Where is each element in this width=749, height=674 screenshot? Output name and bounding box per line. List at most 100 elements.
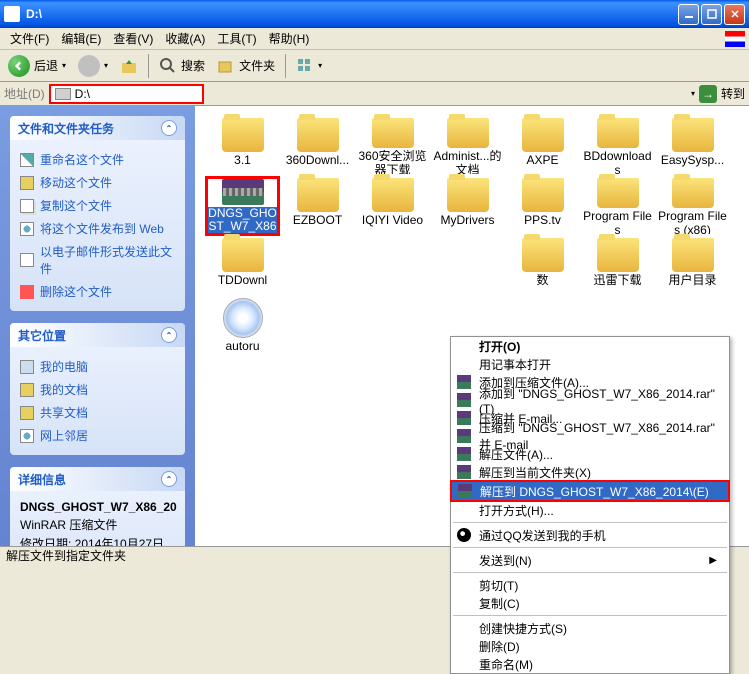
cm-shortcut[interactable]: 创建快捷方式(S) — [451, 619, 729, 637]
cm-open-with[interactable]: 打开方式(H)... — [451, 501, 729, 519]
folder-item[interactable]: 3.1 — [205, 116, 280, 176]
chevron-up-icon: ⌃ — [161, 120, 177, 136]
cm-delete[interactable]: 删除(D) — [451, 637, 729, 655]
cm-copy[interactable]: 复制(C) — [451, 594, 729, 612]
details-panel-header[interactable]: 详细信息 ⌃ — [10, 467, 185, 491]
address-input[interactable]: D:\ — [49, 84, 204, 104]
folder-item[interactable]: 360安全浏览器下载 — [355, 116, 430, 176]
back-dropdown-icon: ▾ — [62, 61, 66, 70]
cm-cut[interactable]: 剪切(T) — [451, 576, 729, 594]
go-button[interactable]: → 转到 — [699, 85, 745, 103]
tasks-title: 文件和文件夹任务 — [18, 120, 114, 137]
folder-icon — [372, 178, 414, 212]
folder-item[interactable]: Program Files (x86) — [655, 176, 730, 236]
views-button[interactable]: ▾ — [292, 55, 326, 77]
file-view[interactable]: 3.1 360Downl... 360安全浏览器下载 Administ...的文… — [195, 106, 749, 546]
task-move[interactable]: 移动这个文件 — [20, 171, 175, 194]
place-computer[interactable]: 我的电脑 — [20, 355, 175, 378]
address-bar: 地址(D) D:\ ▾ → 转到 — [0, 82, 749, 106]
close-button[interactable] — [724, 4, 745, 25]
qq-icon — [457, 528, 471, 542]
menu-file[interactable]: 文件(F) — [4, 28, 55, 49]
back-label: 后退 — [34, 57, 58, 74]
folder-icon — [597, 178, 639, 208]
task-publish[interactable]: 将这个文件发布到 Web — [20, 217, 175, 240]
address-dropdown-icon[interactable]: ▾ — [691, 89, 695, 98]
folders-button[interactable]: 文件夹 — [213, 55, 279, 77]
address-value: D:\ — [75, 87, 90, 101]
cm-extract-here[interactable]: 解压到当前文件夹(X) — [451, 463, 729, 481]
search-button[interactable]: 搜索 — [155, 55, 209, 77]
cm-rename[interactable]: 重命名(M) — [451, 655, 729, 673]
chevron-up-icon: ⌃ — [161, 471, 177, 487]
folder-icon — [297, 118, 339, 152]
folder-item[interactable]: EZBOOT — [280, 176, 355, 236]
cm-extract[interactable]: 解压文件(A)... — [451, 445, 729, 463]
publish-icon — [20, 222, 34, 236]
window-title: D:\ — [26, 7, 676, 21]
cm-qq-send[interactable]: 通过QQ发送到我的手机 — [451, 526, 729, 544]
cm-open[interactable]: 打开(O) — [451, 337, 729, 355]
rar-small-icon — [457, 393, 471, 407]
details-type: WinRAR 压缩文件 — [20, 515, 175, 534]
place-shared[interactable]: 共享文档 — [20, 401, 175, 424]
go-arrow-icon: → — [699, 85, 717, 103]
folder-icon — [597, 238, 639, 272]
folder-icon — [672, 118, 714, 152]
folder-item[interactable]: IQIYI Video — [355, 176, 430, 236]
file-item-autorun[interactable]: autoru — [205, 296, 280, 356]
views-icon — [296, 57, 314, 75]
folder-icon — [672, 238, 714, 272]
rar-icon — [222, 179, 264, 205]
task-email[interactable]: 以电子邮件形式发送此文件 — [20, 240, 175, 280]
places-panel-header[interactable]: 其它位置 ⌃ — [10, 323, 185, 347]
menu-favorites[interactable]: 收藏(A) — [159, 28, 211, 49]
toolbar: 后退 ▾ ▾ 搜索 文件夹 ▾ — [0, 50, 749, 82]
place-network[interactable]: 网上邻居 — [20, 424, 175, 447]
folder-item[interactable]: Program Files — [580, 176, 655, 236]
folder-item[interactable]: EasySysp... — [655, 116, 730, 176]
place-documents[interactable]: 我的文档 — [20, 378, 175, 401]
folder-icon — [522, 238, 564, 272]
search-icon — [159, 57, 177, 75]
task-delete[interactable]: 删除这个文件 — [20, 280, 175, 303]
cm-notepad[interactable]: 用记事本打开 — [451, 355, 729, 373]
back-button[interactable]: 后退 ▾ — [4, 53, 70, 79]
folder-item[interactable]: PPS.tv — [505, 176, 580, 236]
folder-item[interactable]: BDdownloads — [580, 116, 655, 176]
task-copy[interactable]: 复制这个文件 — [20, 194, 175, 217]
file-item-selected[interactable]: DNGS_GHOST_W7_X86_2014.is — [205, 176, 280, 236]
main-area: 文件和文件夹任务 ⌃ 重命名这个文件 移动这个文件 复制这个文件 将这个文件发布… — [0, 106, 749, 546]
folder-item[interactable]: TDDownl — [205, 236, 280, 296]
rar-small-icon — [457, 465, 471, 479]
up-button[interactable] — [116, 55, 142, 77]
cm-compress-to-email[interactable]: 压缩到 "DNGS_GHOST_W7_X86_2014.rar" 并 E-mai… — [451, 427, 729, 445]
cm-send-to[interactable]: 发送到(N)▶ — [451, 551, 729, 569]
task-rename[interactable]: 重命名这个文件 — [20, 148, 175, 171]
folder-item[interactable]: Administ...的文档 — [430, 116, 505, 176]
forward-button[interactable]: ▾ — [74, 53, 112, 79]
tasks-panel-header[interactable]: 文件和文件夹任务 ⌃ — [10, 116, 185, 140]
menu-tools[interactable]: 工具(T) — [211, 28, 262, 49]
cm-add-to[interactable]: 添加到 "DNGS_GHOST_W7_X86_2014.rar"(T) — [451, 391, 729, 409]
folder-item[interactable]: 用户目录 — [655, 236, 730, 296]
rar-small-icon — [457, 411, 471, 425]
folder-item[interactable]: AXPE — [505, 116, 580, 176]
menu-edit[interactable]: 编辑(E) — [55, 28, 107, 49]
folder-item[interactable]: 迅雷下载 — [580, 236, 655, 296]
minimize-button[interactable] — [678, 4, 699, 25]
menu-help[interactable]: 帮助(H) — [263, 28, 316, 49]
menu-view[interactable]: 查看(V) — [107, 28, 159, 49]
cm-extract-to[interactable]: 解压到 DNGS_GHOST_W7_X86_2014\(E) — [452, 482, 728, 500]
tasks-panel: 文件和文件夹任务 ⌃ 重命名这个文件 移动这个文件 复制这个文件 将这个文件发布… — [10, 116, 185, 311]
address-label: 地址(D) — [4, 85, 45, 102]
folder-item[interactable]: MyDrivers — [430, 176, 505, 236]
folder-icon — [222, 118, 264, 152]
folder-icon — [297, 178, 339, 212]
email-icon — [20, 253, 34, 267]
folder-icon — [447, 118, 489, 148]
folder-item[interactable]: 数 — [505, 236, 580, 296]
windows-flag-icon — [725, 31, 745, 47]
maximize-button[interactable] — [701, 4, 722, 25]
folder-item[interactable]: 360Downl... — [280, 116, 355, 176]
